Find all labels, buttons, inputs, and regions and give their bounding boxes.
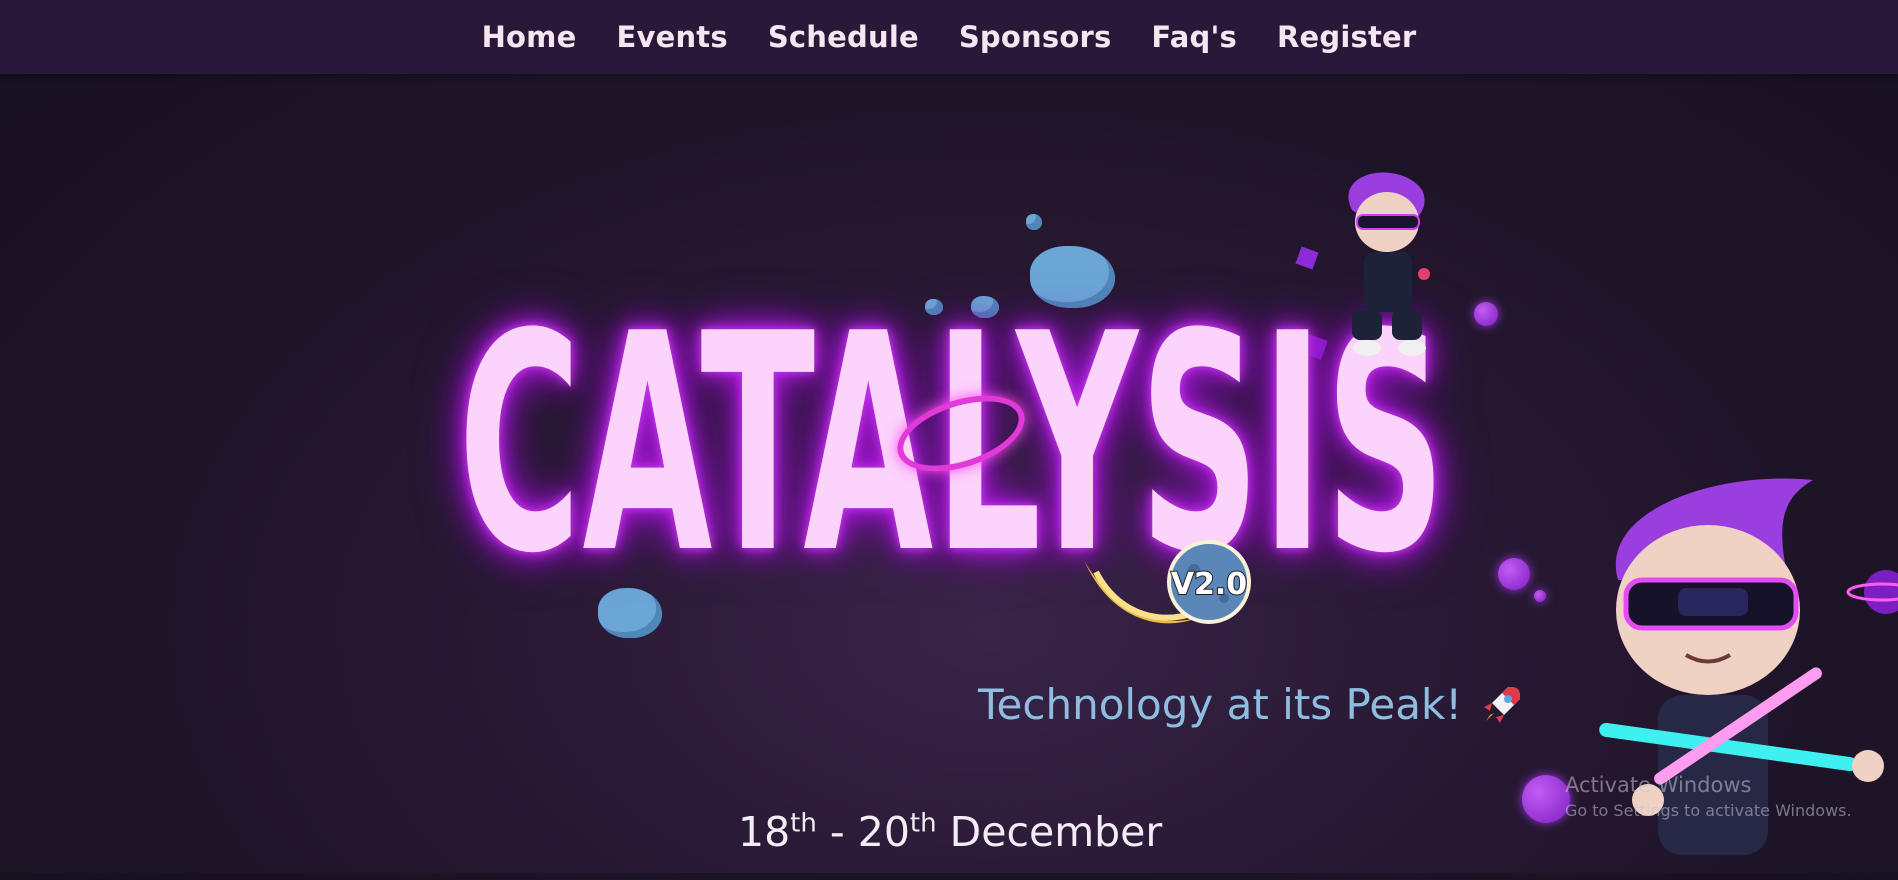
nav-sponsors-link[interactable]: Sponsors bbox=[959, 20, 1112, 54]
nav-faqs-link[interactable]: Faq's bbox=[1151, 20, 1237, 54]
month: December bbox=[949, 808, 1163, 856]
start-day: 18 bbox=[738, 808, 791, 856]
start-suffix: th bbox=[790, 808, 817, 839]
nav-schedule-link[interactable]: Schedule bbox=[768, 20, 919, 54]
version-badge-label: V2.0 bbox=[1171, 567, 1247, 602]
tagline-text: Technology at its Peak! bbox=[978, 680, 1463, 729]
tagline: Technology at its Peak! bbox=[978, 680, 1526, 729]
orb-icon bbox=[1498, 558, 1530, 590]
orb-icon bbox=[1522, 775, 1570, 823]
activate-subtitle: Go to Settings to activate Windows. bbox=[1565, 801, 1852, 820]
orb-icon bbox=[1474, 302, 1498, 326]
nav-home-link[interactable]: Home bbox=[482, 20, 577, 54]
planet-icon bbox=[1846, 570, 1898, 614]
end-suffix: th bbox=[909, 808, 937, 839]
top-nav: Home Events Schedule Sponsors Faq's Regi… bbox=[0, 0, 1898, 74]
end-day: 20 bbox=[857, 808, 910, 856]
date-separator: - bbox=[829, 808, 845, 856]
event-dates: 18th - 20th December bbox=[738, 808, 1162, 856]
orb-icon bbox=[1534, 590, 1546, 602]
activate-title: Activate Windows bbox=[1565, 773, 1752, 797]
nav-register-link[interactable]: Register bbox=[1277, 20, 1416, 54]
asteroid-icon bbox=[1026, 214, 1042, 230]
rocket-icon bbox=[1484, 686, 1521, 723]
activate-windows-watermark: Activate Windows Go to Settings to activ… bbox=[1565, 773, 1852, 820]
floating-character-small bbox=[1348, 172, 1430, 356]
nav-events-link[interactable]: Events bbox=[616, 20, 727, 54]
version-badge: V2.0 bbox=[1084, 540, 1251, 624]
